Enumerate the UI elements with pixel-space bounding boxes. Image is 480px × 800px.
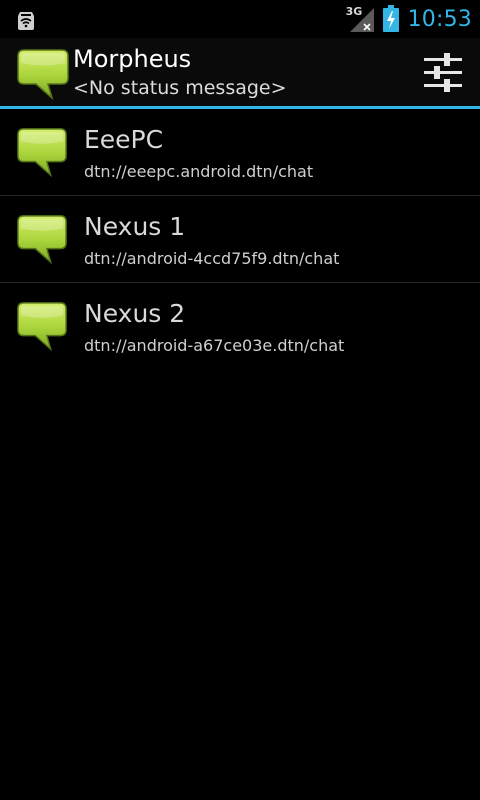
- settings-button[interactable]: [420, 50, 466, 96]
- sliders-icon: [424, 53, 462, 92]
- list-item[interactable]: Nexus 2 dtn://android-a67ce03e.dtn/chat: [0, 283, 480, 369]
- battery-charging-icon: [382, 5, 400, 33]
- chat-bubble-icon: [16, 213, 68, 265]
- buddy-name: EeePC: [84, 125, 164, 154]
- buddy-address: dtn://eeepc.android.dtn/chat: [84, 162, 314, 181]
- buddy-name: Nexus 1: [84, 212, 186, 241]
- buddy-name: Nexus 2: [84, 299, 186, 328]
- status-clock: 10:53: [407, 6, 472, 32]
- status-message: <No status message>: [73, 77, 287, 99]
- chat-bubble-icon: [16, 48, 70, 101]
- buddy-address: dtn://android-a67ce03e.dtn/chat: [84, 336, 345, 355]
- account-name: Morpheus: [73, 45, 192, 73]
- status-icons: 3G 10:53: [346, 2, 472, 36]
- account-header[interactable]: Morpheus <No status message>: [0, 38, 480, 106]
- notification-icon[interactable]: [14, 8, 38, 32]
- signal-icon: 3G: [346, 4, 376, 34]
- list-item[interactable]: EeePC dtn://eeepc.android.dtn/chat: [0, 109, 480, 196]
- list-item[interactable]: Nexus 1 dtn://android-4ccd75f9.dtn/chat: [0, 196, 480, 283]
- chat-bubble-icon: [16, 300, 68, 352]
- chat-bubble-icon: [16, 126, 68, 178]
- status-bar: 3G 10:53: [0, 0, 480, 38]
- screen: 3G 10:53 Morpheus <No status message> Ee…: [0, 0, 480, 800]
- buddy-address: dtn://android-4ccd75f9.dtn/chat: [84, 249, 340, 268]
- buddy-list: EeePC dtn://eeepc.android.dtn/chat Nexus…: [0, 109, 480, 369]
